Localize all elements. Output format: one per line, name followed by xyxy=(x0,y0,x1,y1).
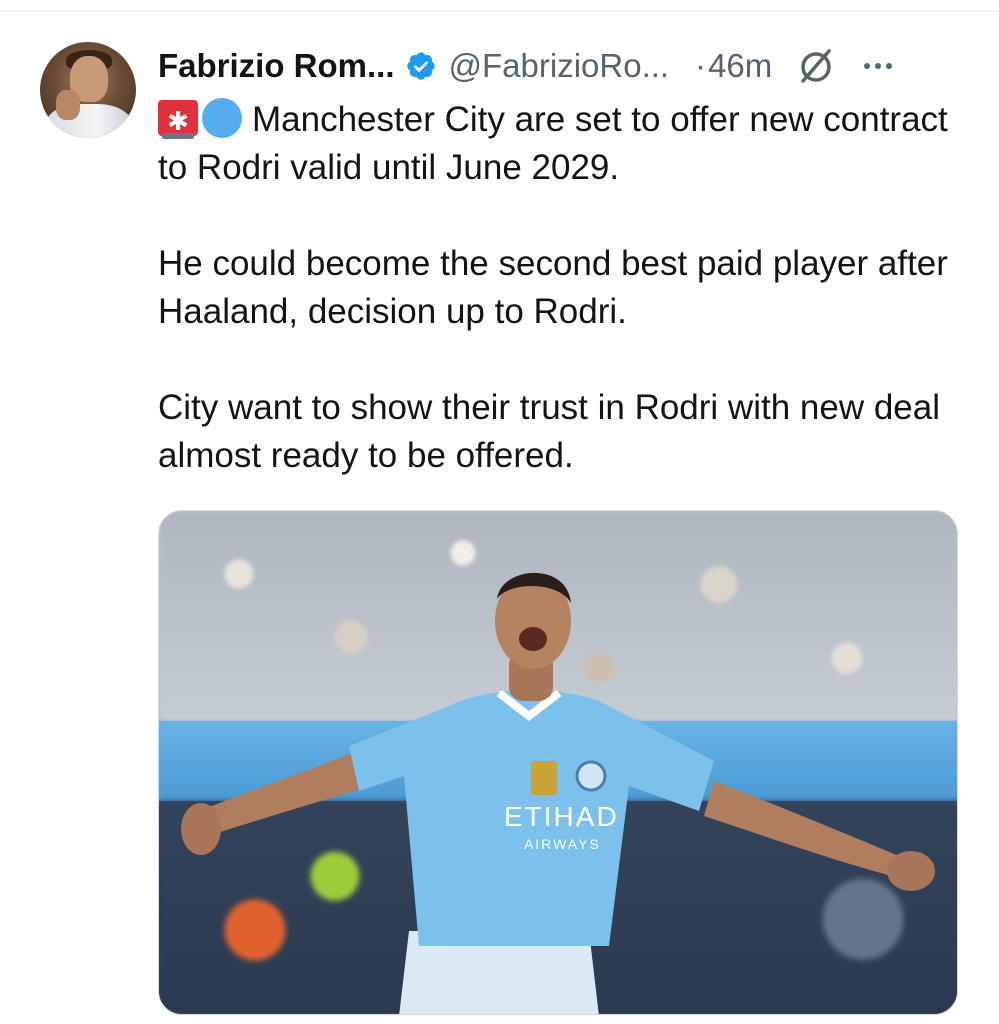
timestamp[interactable]: 46m xyxy=(708,47,772,85)
tweet-media-image[interactable]: ETIHAD AIRWAYS xyxy=(158,510,958,1015)
tweet-paragraph-3: City want to show their trust in Rodri w… xyxy=(158,388,940,475)
author-handle[interactable]: @FabrizioRo... xyxy=(449,47,670,85)
siren-emoji-icon xyxy=(158,97,198,145)
tweet-paragraph-2: He could become the second best paid pla… xyxy=(158,244,948,331)
shirt-sponsor-line1: ETIHAD xyxy=(504,801,619,832)
tweet[interactable]: Fabrizio Rom... @FabrizioRo... · 46m Man… xyxy=(0,0,999,1024)
tweet-paragraph-1: Manchester City are set to offer new con… xyxy=(158,96,958,192)
grok-icon[interactable] xyxy=(796,46,836,86)
author-name[interactable]: Fabrizio Rom... xyxy=(158,47,395,85)
more-options-icon[interactable] xyxy=(860,48,896,84)
tweet-text: Manchester City are set to offer new con… xyxy=(158,96,958,480)
verified-badge-icon xyxy=(406,52,435,80)
author-avatar[interactable] xyxy=(40,42,136,138)
tweet-header: Fabrizio Rom... @FabrizioRo... · 46m xyxy=(158,40,968,92)
shirt-sponsor-line2: AIRWAYS xyxy=(524,836,601,852)
celebrating-player: ETIHAD AIRWAYS xyxy=(181,572,935,1014)
separator-dot: · xyxy=(695,47,707,84)
blue-circle-emoji-icon xyxy=(202,98,242,138)
